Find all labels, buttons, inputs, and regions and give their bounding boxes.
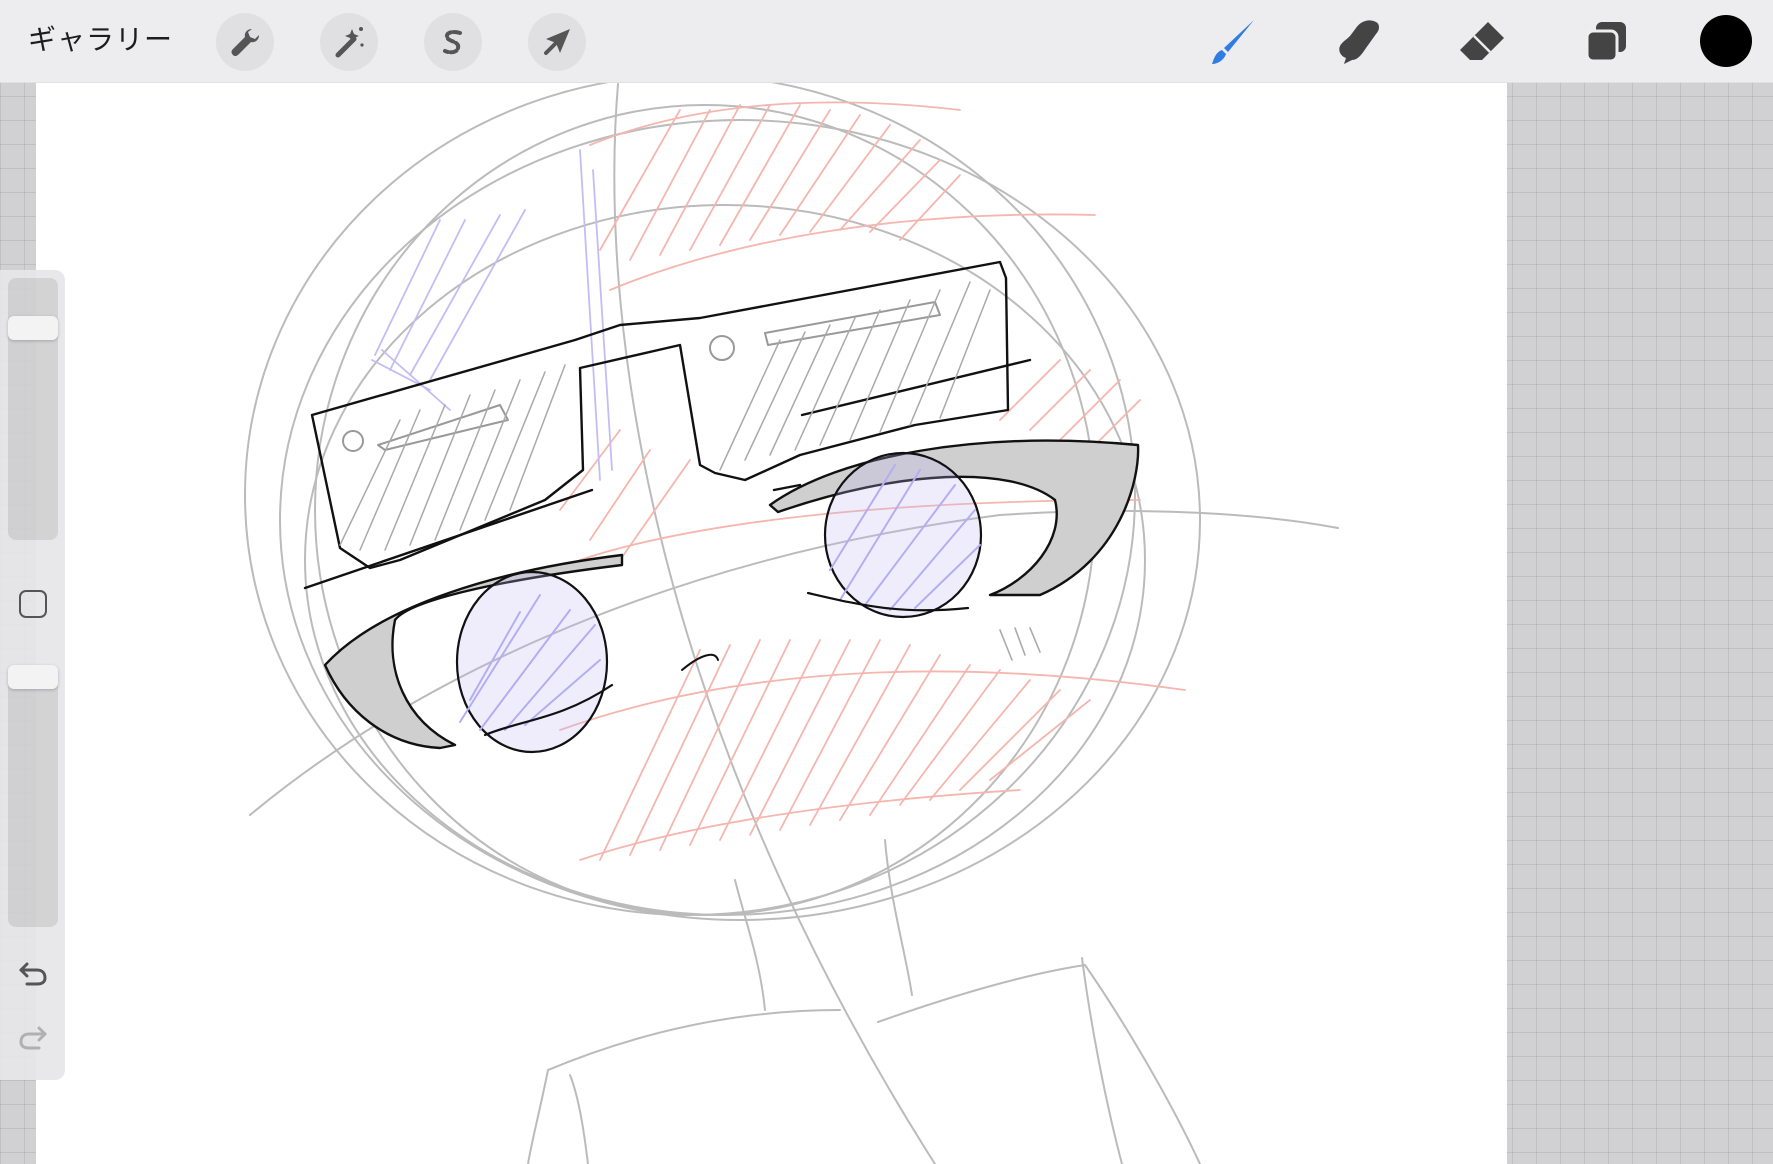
magic-wand-icon	[335, 27, 364, 58]
sketch-artwork	[244, 82, 1339, 1164]
arrow-cursor-icon	[544, 29, 570, 55]
brush-icon	[1212, 20, 1254, 64]
top-toolbar: ギャラリー	[0, 0, 1773, 83]
eraser-tool[interactable]	[1452, 12, 1512, 72]
layers-icon	[1585, 22, 1626, 63]
gallery-button[interactable]: ギャラリー	[28, 20, 173, 60]
brush-size-slider-thumb[interactable]	[8, 316, 58, 340]
drawing-canvas[interactable]	[36, 82, 1507, 1164]
brush-tool[interactable]	[1204, 12, 1264, 72]
undo-arrow-icon	[19, 962, 47, 986]
left-eye	[323, 553, 719, 754]
construction-lines	[244, 82, 1339, 1164]
blue-hatching	[371, 149, 613, 481]
brush-size-slider[interactable]	[8, 278, 58, 540]
right-eye	[768, 439, 1140, 661]
smudge-tool[interactable]	[1328, 12, 1388, 72]
transform-button[interactable]	[528, 13, 586, 71]
actions-button[interactable]	[216, 13, 274, 71]
opacity-slider-thumb[interactable]	[8, 665, 58, 689]
s-selection-icon	[443, 30, 462, 55]
layers-button[interactable]	[1576, 12, 1636, 72]
redo-button[interactable]	[14, 1022, 52, 1054]
eraser-icon	[1460, 22, 1504, 60]
adjustments-button[interactable]	[320, 13, 378, 71]
selection-button[interactable]	[424, 13, 482, 71]
color-picker-button[interactable]	[1700, 15, 1752, 67]
wrench-icon	[231, 29, 259, 57]
modify-button[interactable]	[19, 590, 47, 618]
undo-button[interactable]	[14, 958, 52, 990]
smudge-finger-icon	[1339, 20, 1379, 64]
left-sidebar	[0, 270, 65, 1080]
redo-arrow-icon	[19, 1026, 47, 1050]
opacity-slider[interactable]	[8, 665, 58, 927]
